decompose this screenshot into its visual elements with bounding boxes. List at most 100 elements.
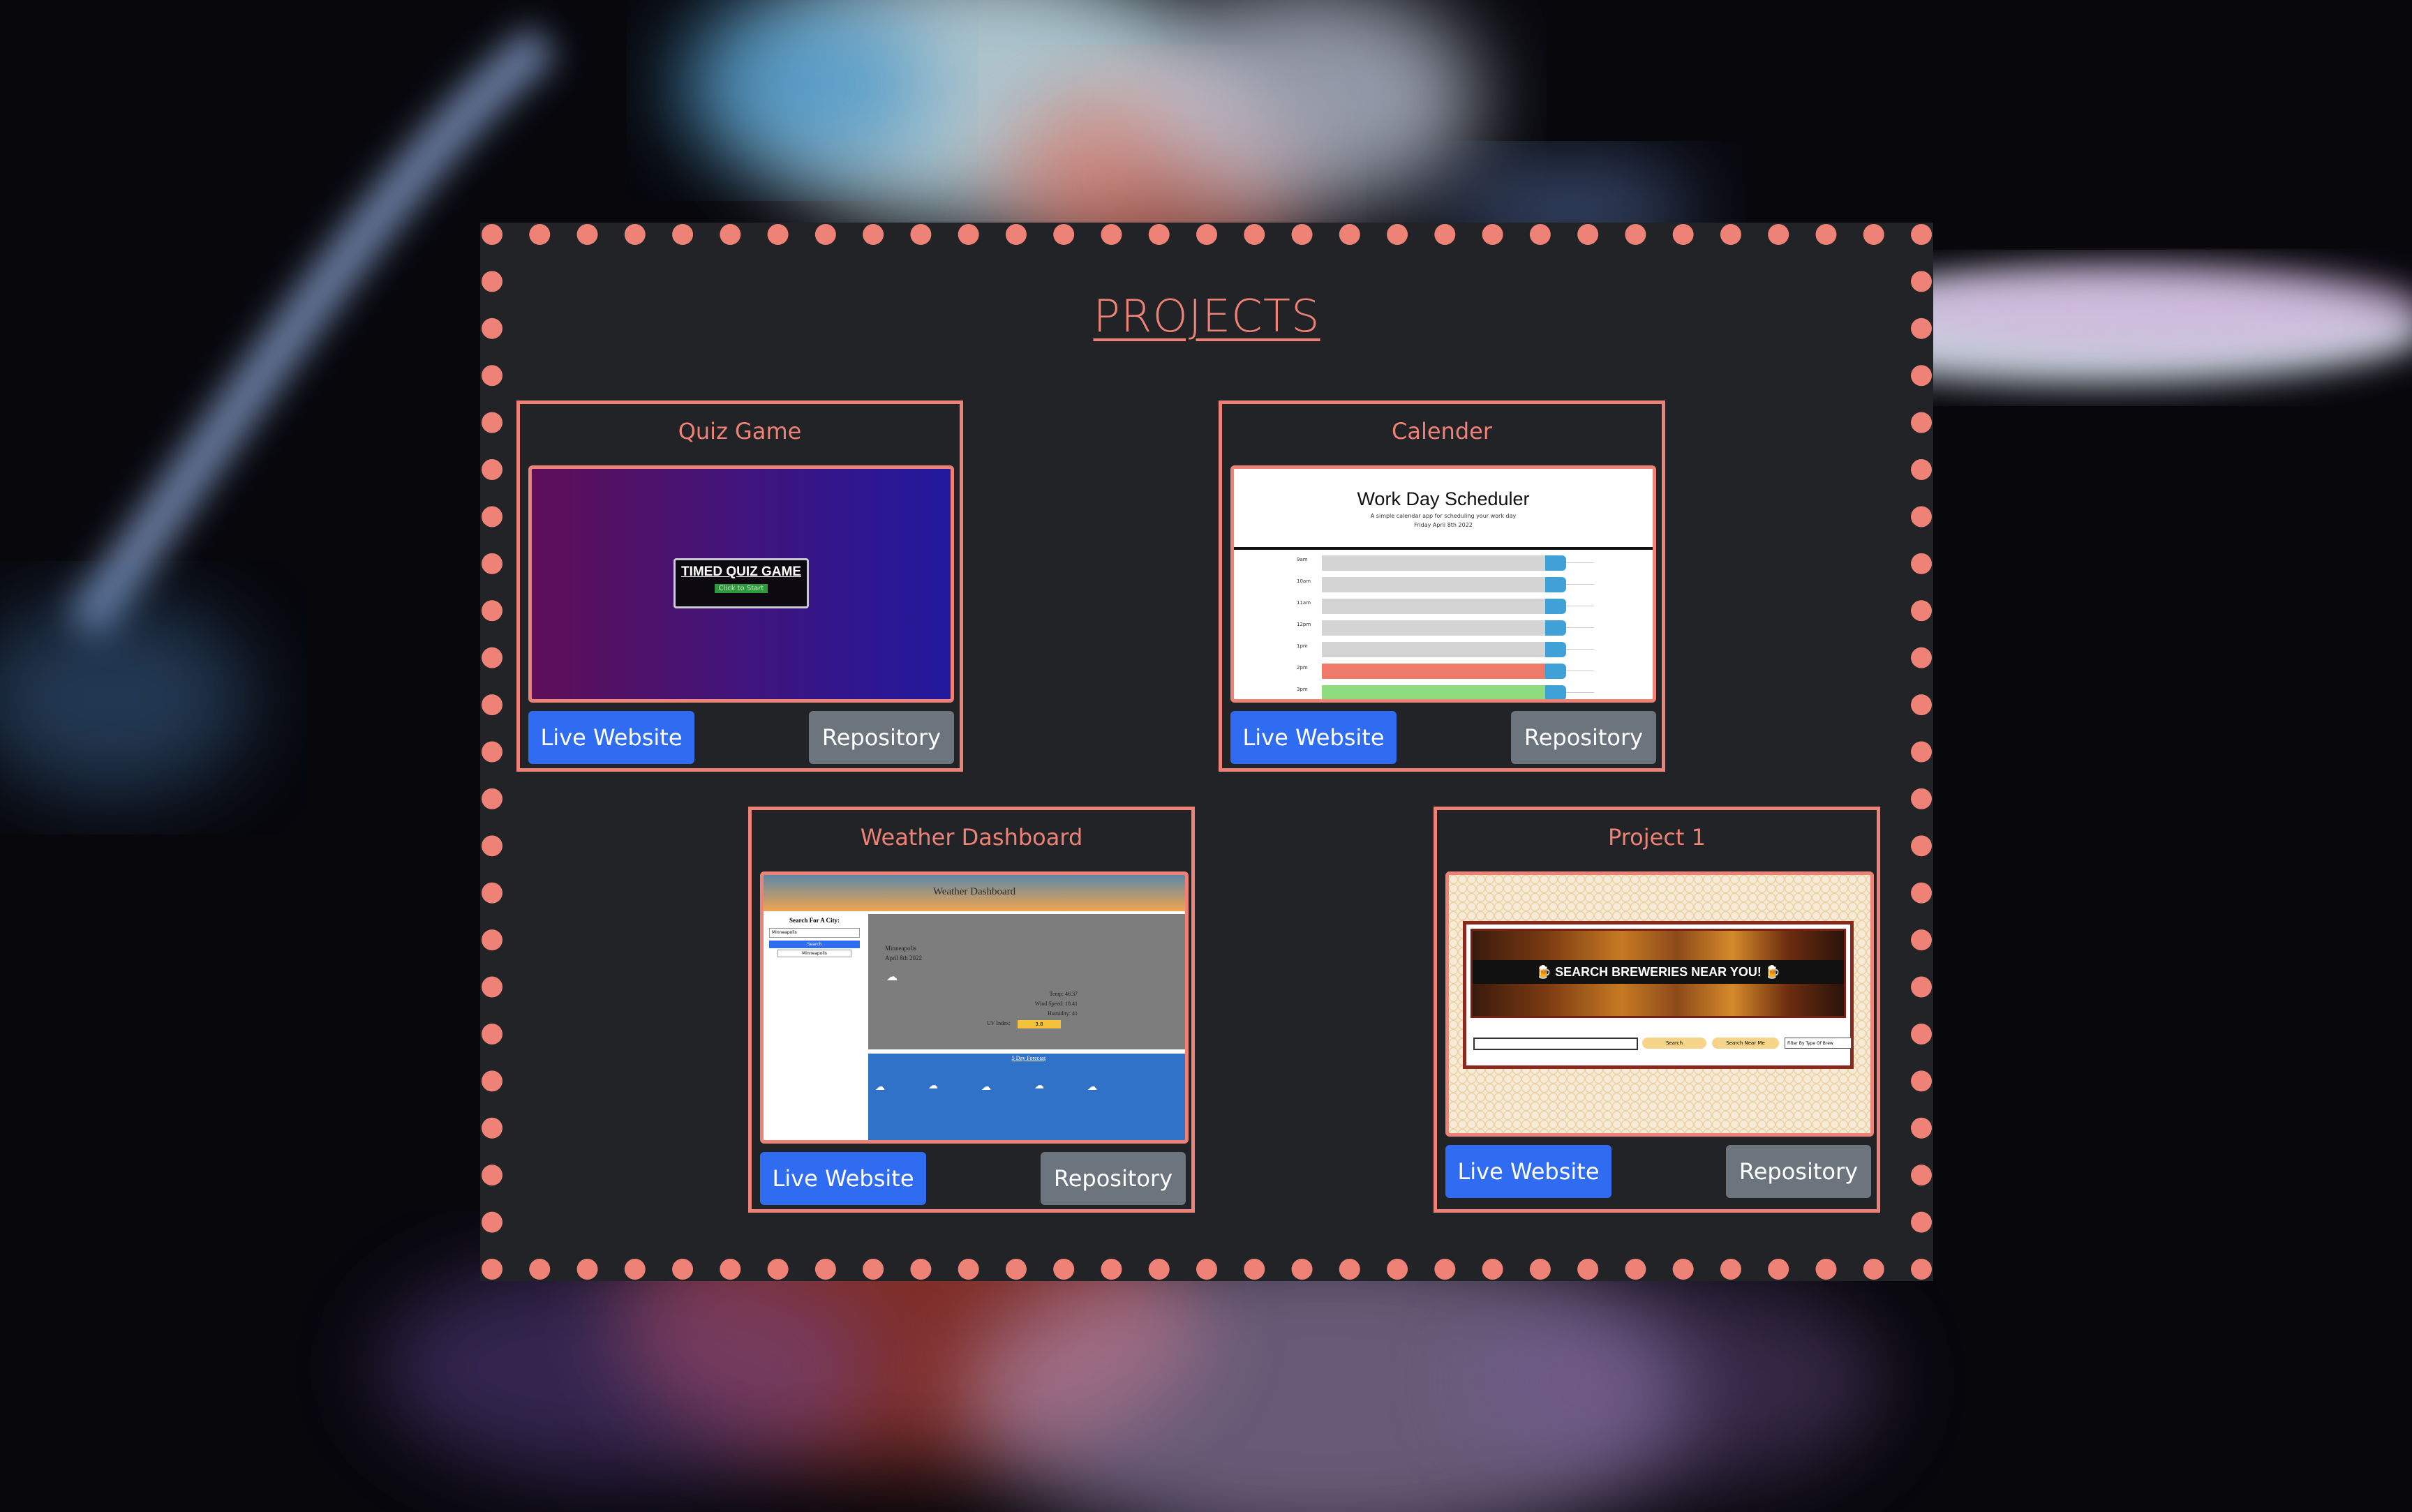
- preview-quiz-start-box: TIMED QUIZ GAME Click to Start: [673, 558, 809, 608]
- border-dot: [863, 1259, 884, 1280]
- border-dot: [482, 506, 502, 527]
- border-dot: [672, 224, 694, 245]
- preview-uv-value: 3.8: [1018, 1020, 1061, 1028]
- preview-search-label: Search For A City:: [789, 917, 840, 924]
- border-dot: [1720, 1259, 1741, 1280]
- preview-search-panel: 🍺 SEARCH BREWERIES NEAR YOU! 🍺 Search Se…: [1463, 921, 1854, 1069]
- project-title: Project 1: [1607, 824, 1706, 851]
- project-title: Calender: [1392, 418, 1492, 444]
- border-dot: [1387, 1259, 1408, 1280]
- border-dot: [482, 788, 502, 809]
- preview-city: Minneapolis: [885, 945, 916, 952]
- border-dot: [1339, 224, 1360, 245]
- border-dot: [529, 224, 551, 245]
- preview-filter-select: Filter By Type Of Brew: [1785, 1038, 1852, 1049]
- project-screenshot: Work Day Scheduler A simple calendar app…: [1230, 465, 1656, 703]
- border-dot: [1101, 224, 1122, 245]
- preview-sidebar: Search For A City: Minneapolis Search Mi…: [764, 914, 865, 1140]
- border-dot: [720, 224, 741, 245]
- border-dot: [1911, 835, 1932, 857]
- preview-temp: Temp: 46.37: [1049, 991, 1078, 997]
- preview-current-weather: Minneapolis April 8th 2022 ☁ Temp: 46.37…: [868, 914, 1185, 1049]
- preview-wind: Wind Speed: 18.41: [1034, 1001, 1078, 1007]
- border-dot: [1863, 1259, 1884, 1280]
- cloud-icon: ☁: [981, 1081, 991, 1093]
- border-dot: [958, 1259, 979, 1280]
- border-dot: [482, 1259, 502, 1280]
- border-dot: [1863, 224, 1884, 245]
- border-dot: [482, 976, 502, 998]
- border-dot: [482, 1117, 502, 1139]
- page-title: PROJECTS: [1093, 291, 1320, 343]
- preview-hour: 1pm: [1297, 643, 1308, 649]
- preview-heading: Weather Dashboard: [764, 875, 1185, 911]
- border-dot: [767, 224, 789, 245]
- border-dot: [1291, 224, 1313, 245]
- border-dot: [1672, 224, 1694, 245]
- repository-button[interactable]: Repository: [809, 711, 954, 764]
- border-dot: [1911, 741, 1932, 763]
- border-dot: [482, 1070, 502, 1092]
- preview-header: Work Day Scheduler A simple calendar app…: [1234, 469, 1653, 550]
- border-dot: [1911, 459, 1932, 481]
- border-dot: [1911, 1023, 1932, 1045]
- border-dot: [1625, 1259, 1646, 1280]
- project-title: Weather Dashboard: [860, 824, 1083, 851]
- preview-search-button: Search: [769, 941, 860, 948]
- border-dot: [1911, 788, 1932, 809]
- border-dot: [1911, 1211, 1932, 1233]
- border-dot: [1053, 1259, 1075, 1280]
- border-dot: [863, 224, 884, 245]
- border-dot: [1768, 1259, 1789, 1280]
- preview-forecast-title: 5 Day Forecast: [1011, 1055, 1046, 1061]
- border-dot: [1911, 1070, 1932, 1092]
- border-dot: [482, 882, 502, 904]
- project-title: Quiz Game: [678, 418, 802, 444]
- border-dot: [1911, 271, 1932, 292]
- border-dot: [1672, 1259, 1694, 1280]
- border-dot: [482, 224, 502, 245]
- preview-hour: 11am: [1297, 600, 1311, 606]
- border-dot: [1101, 1259, 1122, 1280]
- border-dot: [910, 1259, 932, 1280]
- border-dot: [1291, 1259, 1313, 1280]
- preview-heading: TIMED QUIZ GAME: [680, 564, 802, 579]
- border-dot: [1244, 224, 1265, 245]
- border-dot: [1148, 1259, 1170, 1280]
- border-dot: [814, 224, 836, 245]
- border-dot: [1911, 600, 1932, 622]
- live-website-button[interactable]: Live Website: [528, 711, 694, 764]
- border-dot: [672, 1259, 694, 1280]
- live-website-button[interactable]: Live Website: [1445, 1145, 1611, 1198]
- cloud-icon: ☁: [928, 1080, 938, 1091]
- border-dot: [1815, 1259, 1837, 1280]
- border-dot: [482, 929, 502, 951]
- border-dot: [1911, 882, 1932, 904]
- preview-date: April 8th 2022: [885, 955, 922, 961]
- projects-section: PROJECTS Quiz Game TIMED QUIZ GAME Click…: [480, 223, 1933, 1281]
- border-dot: [576, 224, 598, 245]
- repository-button[interactable]: Repository: [1041, 1152, 1186, 1205]
- border-dot: [482, 1023, 502, 1045]
- repository-button[interactable]: Repository: [1726, 1145, 1871, 1198]
- preview-subheading: A simple calendar app for scheduling you…: [1370, 513, 1517, 519]
- preview-near-button: Search Near Me: [1712, 1038, 1779, 1049]
- preview-search-button: Search: [1642, 1038, 1706, 1049]
- border-dot: [1482, 1259, 1503, 1280]
- project-card-quiz-game: Quiz Game TIMED QUIZ GAME Click to Start…: [516, 401, 963, 772]
- border-dot: [767, 1259, 789, 1280]
- preview-heading: Work Day Scheduler: [1357, 488, 1530, 509]
- project-screenshot: TIMED QUIZ GAME Click to Start: [528, 465, 954, 703]
- border-dot: [910, 224, 932, 245]
- border-dot: [576, 1259, 598, 1280]
- preview-search-input: Minneapolis: [769, 928, 860, 938]
- border-dot: [1768, 224, 1789, 245]
- repository-button[interactable]: Repository: [1511, 711, 1656, 764]
- border-dot: [1911, 929, 1932, 951]
- live-website-button[interactable]: Live Website: [1230, 711, 1397, 764]
- live-website-button[interactable]: Live Website: [760, 1152, 926, 1205]
- border-dot: [1911, 1259, 1932, 1280]
- preview-hour: 2pm: [1297, 665, 1308, 671]
- border-dot: [482, 694, 502, 716]
- border-dot: [482, 1165, 502, 1186]
